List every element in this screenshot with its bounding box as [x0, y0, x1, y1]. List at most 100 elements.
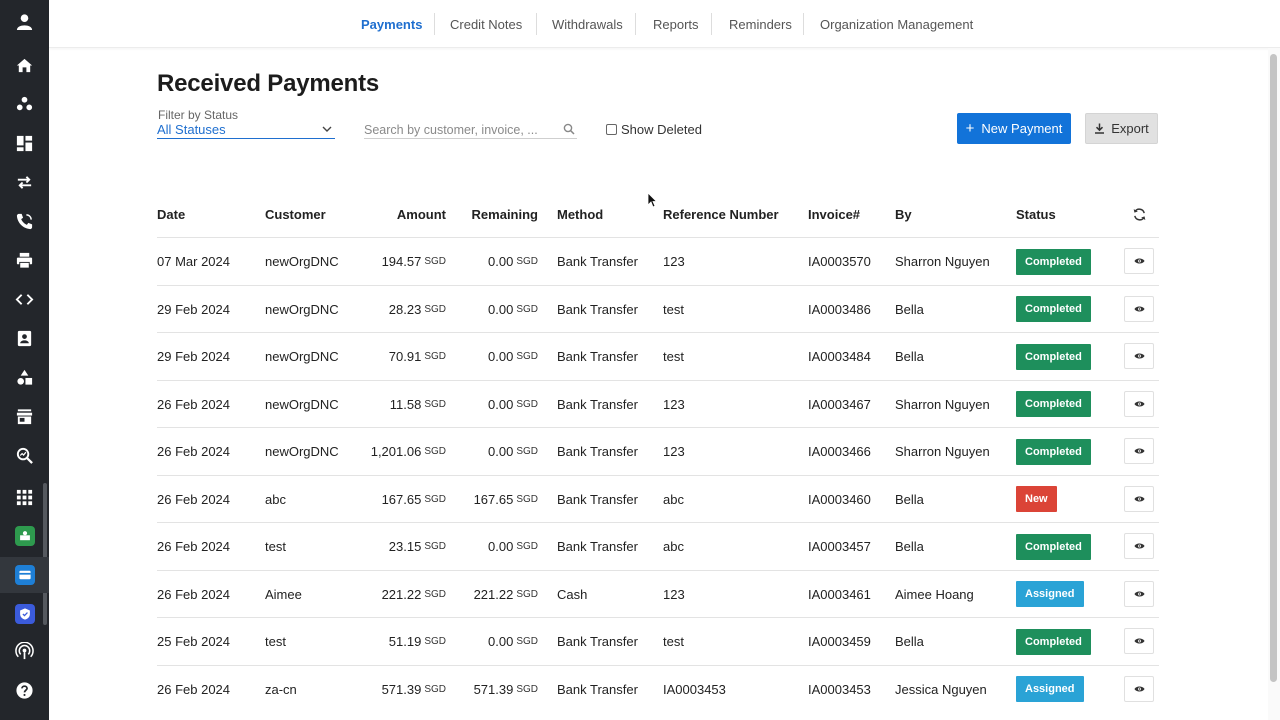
column-header-amount[interactable]: Amount: [360, 207, 446, 222]
tab-withdrawals[interactable]: Withdrawals: [552, 0, 623, 48]
cell-date: 26 Feb 2024: [157, 539, 231, 554]
tab-organization-management[interactable]: Organization Management: [820, 0, 973, 48]
table-row[interactable]: 26 Feb 2024 Aimee 221.22 SGD 221.22 SGD Cash 12…: [157, 569, 1159, 618]
cell-method: Bank Transfer: [557, 681, 638, 697]
column-header-reference[interactable]: Reference Number: [663, 207, 779, 222]
table-row[interactable]: 25 Feb 2024 test 51.19 SGD 0.00 SGD Bank Trans…: [157, 617, 1159, 664]
eye-icon: [1133, 590, 1145, 597]
view-payment-button[interactable]: [1124, 343, 1154, 369]
page-scrollbar-thumb[interactable]: [1270, 54, 1277, 682]
column-header-method[interactable]: Method: [557, 207, 603, 222]
cell-reference: 123: [663, 586, 685, 602]
cell-amount: 70.91 SGD: [337, 333, 446, 380]
sidebar-item-store[interactable]: [0, 398, 49, 434]
column-header-date[interactable]: Date: [157, 207, 185, 222]
column-header-invoice[interactable]: Invoice#: [808, 207, 860, 222]
tab-payments[interactable]: Payments: [361, 0, 422, 48]
column-header-status[interactable]: Status: [1016, 207, 1056, 222]
view-payment-button[interactable]: [1124, 580, 1154, 607]
sidebar-item-payments-app[interactable]: [0, 557, 49, 593]
cell-amount: 194.57 SGD: [337, 238, 446, 285]
table-row[interactable]: 29 Feb 2024 newOrgDNC 70.91 SGD 0.00 SGD Bank …: [157, 332, 1159, 379]
remaining-value: 571.39: [473, 681, 514, 697]
cell-customer: Aimee: [265, 586, 302, 602]
column-header-by[interactable]: By: [895, 207, 912, 222]
sidebar-item-green-app[interactable]: [0, 518, 49, 554]
remaining-currency: SGD: [516, 351, 538, 362]
contacts-icon: [17, 330, 32, 346]
sidebar-item-help[interactable]: [0, 672, 49, 708]
show-deleted-checkbox[interactable]: [606, 124, 617, 135]
table-row[interactable]: 26 Feb 2024 za-cn 571.39 SGD 571.39 SGD Bank T…: [157, 664, 1159, 712]
view-payment-button[interactable]: [1124, 533, 1154, 559]
remaining-currency: SGD: [516, 303, 538, 315]
show-deleted-toggle[interactable]: Show Deleted: [606, 122, 702, 137]
view-payment-button[interactable]: [1124, 390, 1154, 417]
sidebar-item-broadcast[interactable]: [0, 633, 49, 669]
status-badge: Completed: [1016, 533, 1091, 560]
cell-by: Bella: [895, 491, 924, 507]
search-icon[interactable]: [563, 123, 575, 135]
table-row[interactable]: 26 Feb 2024 abc 167.65 SGD 167.65 SGD Bank Tra…: [157, 474, 1159, 523]
tab-reminders[interactable]: Reminders: [729, 0, 792, 48]
cell-date: 29 Feb 2024: [157, 301, 231, 317]
table-row[interactable]: 07 Mar 2024 newOrgDNC 194.57 SGD 0.00 SGD Bank…: [157, 237, 1159, 284]
table-row[interactable]: 26 Feb 2024 newOrgDNC 1,201.06 SGD 0.00 SGD Ba…: [157, 427, 1159, 474]
help-icon: [16, 681, 33, 699]
tab-credit-notes[interactable]: Credit Notes: [450, 0, 522, 48]
sidebar-item-dashboard[interactable]: [0, 125, 49, 161]
status-filter-select[interactable]: All Statuses: [157, 121, 335, 139]
download-icon: [1095, 123, 1105, 134]
sidebar-item-phone[interactable]: [0, 203, 49, 239]
cell-method: Bank Transfer: [557, 349, 638, 364]
cell-customer: newOrgDNC: [265, 254, 339, 269]
cell-method: Bank Transfer: [557, 539, 638, 554]
sidebar-item-printer[interactable]: [0, 242, 49, 278]
sidebar-item-contacts[interactable]: [0, 320, 49, 356]
sidebar-item-user-avatar[interactable]: [0, 3, 49, 39]
view-payment-button[interactable]: [1124, 438, 1154, 464]
view-payment-button[interactable]: [1124, 295, 1154, 322]
view-payment-button[interactable]: [1124, 248, 1154, 274]
eye-icon: [1133, 543, 1145, 549]
sidebar-item-shield-app[interactable]: [0, 596, 49, 632]
cell-by: Sharron Nguyen: [895, 396, 990, 412]
sidebar-item-transfer-arrows[interactable]: [0, 164, 49, 200]
search-input[interactable]: [364, 121, 560, 138]
remaining-value: 167.65: [473, 491, 514, 507]
cell-customer: newOrgDNC: [265, 349, 339, 364]
table-row[interactable]: 29 Feb 2024 newOrgDNC 28.23 SGD 0.00 SGD Bank …: [157, 284, 1159, 332]
remaining-value: 0.00: [488, 254, 514, 269]
column-header-remaining[interactable]: Remaining: [456, 207, 538, 222]
cell-by: Bella: [895, 301, 924, 317]
cell-status: Completed: [1016, 333, 1091, 380]
sidebar-item-shapes[interactable]: [0, 359, 49, 395]
sidebar-item-home[interactable]: [0, 47, 49, 83]
remaining-currency: SGD: [516, 683, 538, 695]
sidebar-item-users-group[interactable]: [0, 86, 49, 122]
table-row[interactable]: 26 Feb 2024 test 23.15 SGD 0.00 SGD Bank Trans…: [157, 522, 1159, 569]
cell-amount: 167.65 SGD: [337, 476, 446, 523]
cell-date: 26 Feb 2024: [157, 586, 231, 602]
view-payment-button[interactable]: [1124, 485, 1154, 512]
new-payment-button[interactable]: + New Payment: [957, 113, 1071, 144]
sidebar-item-apps-grid[interactable]: [0, 479, 49, 515]
tab-reports[interactable]: Reports: [653, 0, 699, 48]
status-badge: Assigned: [1016, 581, 1084, 607]
store-icon: [16, 408, 33, 424]
cell-reference: IA0003453: [663, 681, 726, 697]
export-button[interactable]: Export: [1085, 113, 1158, 144]
sidebar-item-code[interactable]: [0, 281, 49, 317]
cell-remaining: 221.22 SGD: [446, 571, 538, 618]
table-row[interactable]: 26 Feb 2024 newOrgDNC 11.58 SGD 0.00 SGD Bank …: [157, 379, 1159, 427]
column-header-customer[interactable]: Customer: [265, 207, 326, 222]
refresh-icon[interactable]: [1132, 207, 1147, 222]
cell-by: Bella: [895, 539, 924, 554]
sidebar-item-search-analytics[interactable]: [0, 437, 49, 473]
eye-icon: [1133, 258, 1145, 264]
page-scrollbar[interactable]: [1268, 48, 1280, 720]
cell-by: Jessica Nguyen: [895, 681, 987, 697]
view-payment-button[interactable]: [1124, 628, 1154, 654]
view-payment-button[interactable]: [1124, 675, 1154, 702]
eye-icon: [1133, 685, 1145, 692]
